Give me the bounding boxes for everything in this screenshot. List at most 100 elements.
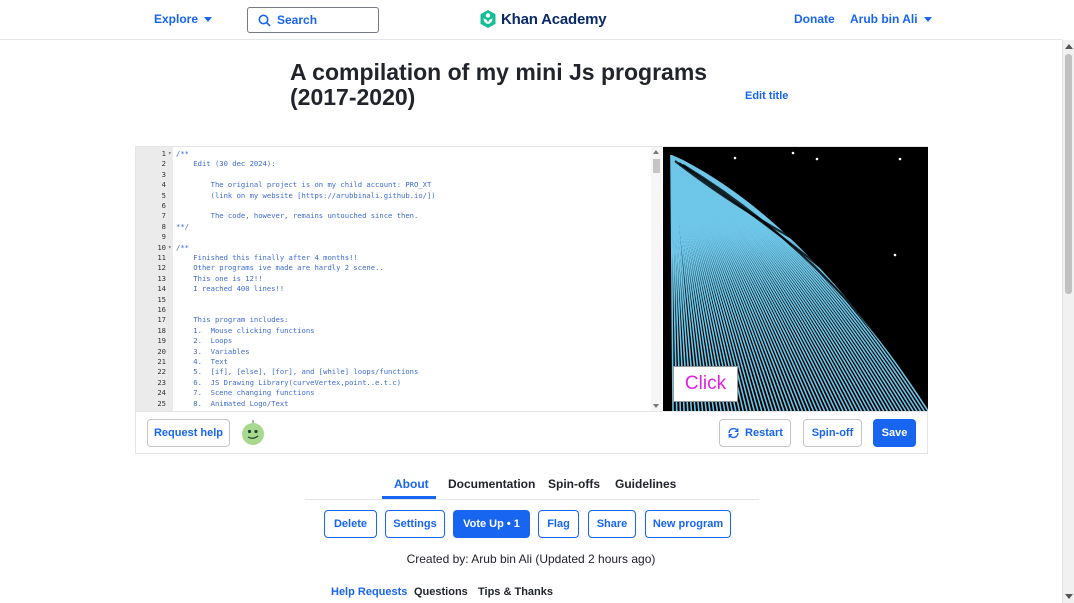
line-number: 3 [161,169,166,179]
code-text: Finished this finally after 4 months!! [176,253,358,262]
spin-off-button[interactable]: Spin-off [803,419,862,447]
share-button[interactable]: Share [588,510,636,538]
flag-button[interactable]: Flag [538,510,579,538]
code-line: 5 (link on my website [https://arubbinal… [136,190,656,202]
line-number: 24 [157,388,166,398]
created-by-text: Created by: Arub bin Ali (Updated 2 hour… [406,552,656,566]
chevron-down-icon [923,16,932,22]
editor-toolbar: Request help Restart Spin-off Save [136,411,927,453]
code-text: 3. Variables [176,346,250,356]
code-line: 19 2. Loops [136,337,656,347]
code-text: The code, however, remains untouched sin… [176,211,419,221]
code-text: I reached 400 lines!! [176,284,285,294]
new-program-button[interactable]: New program [645,510,731,538]
code-line: 25 8. Animated Logo/Text [136,398,656,410]
code-text: This one is 12!! [176,273,263,283]
tab-documentation[interactable]: Documentation [448,477,535,491]
chevron-down-icon [204,16,213,22]
program-editor: 1 ▾/** 2 Edit (30 dec 2024): 3 4 The origina… [135,146,928,454]
line-number: 5 [161,190,166,200]
line-number: 25 [157,398,166,408]
code-text: (link on my website [https://arubbinali.… [176,190,436,200]
line-number: 15 [157,294,166,304]
line-number: 2 [161,159,166,169]
star-dot [898,157,902,161]
code-text: 8. Animated Logo/Text [176,398,289,408]
code-line: 4 The original project is on my child ac… [136,181,656,191]
code-line: 7 The code, however, remains untouched s… [136,212,656,222]
code-line: 9 [136,233,656,243]
restart-button[interactable]: Restart [719,419,791,447]
explore-menu[interactable]: Explore [154,12,213,26]
fold-arrow-icon[interactable]: ▾ [168,244,172,251]
code-text: **/ [176,221,189,231]
logo-text: Khan Academy [501,10,607,28]
line-number: 12 [157,263,166,273]
code-scroll-thumb[interactable] [653,159,660,173]
tab-spin-offs[interactable]: Spin-offs [548,477,600,491]
page-scrollbar[interactable] [1062,40,1074,603]
restart-label: Restart [745,427,783,439]
star-dot [733,156,737,160]
program-tabs: About Documentation Spin-offs Guidelines [305,470,759,500]
line-number: 14 [157,284,166,294]
line-number: 8 [161,221,166,231]
fold-arrow-icon[interactable]: ▾ [168,150,172,157]
code-scrollbar[interactable] [651,147,662,411]
line-number: 20 [157,346,166,356]
line-number: 9 [161,232,166,242]
tab-about[interactable]: About [394,477,429,491]
tab-guidelines[interactable]: Guidelines [615,477,676,491]
line-number: 21 [157,357,166,366]
code-line: 15 [136,294,656,306]
tab-tips-thanks[interactable]: Tips & Thanks [478,586,553,598]
code-text: 6. JS Drawing Library(curveVertex,point.… [176,377,402,387]
line-number: 18 [157,325,166,335]
code-text: Edit (30 dec 2024): [176,159,276,169]
tab-questions[interactable]: Questions [414,586,468,598]
code-line: 22 5. [if], [else], [for], and [while] l… [136,368,656,378]
top-nav: Explore Khan Academy Donate Arub bin Ali [0,0,1062,40]
edit-title-link[interactable]: Edit title [745,90,788,102]
settings-button[interactable]: Settings [385,510,445,538]
line-number: 23 [157,377,166,387]
code-text: 2. Loops [176,336,233,346]
line-number: 1 [161,149,166,158]
code-line: 24 7. Scene changing functions [136,389,656,399]
save-button[interactable]: Save [873,419,916,447]
search-icon [258,14,271,27]
vote-up-button[interactable]: Vote Up • 1 [453,510,530,538]
search-box[interactable] [247,7,379,33]
scroll-up-arrow-icon[interactable] [1065,44,1073,49]
scroll-thumb[interactable] [1065,54,1072,294]
line-number: 19 [157,336,166,346]
line-number: 13 [157,273,166,283]
code-line: 2 Edit (30 dec 2024): [136,160,656,170]
code-text: This program includes: [176,315,289,325]
code-text: 5. [if], [else], [for], and [while] loop… [176,367,419,377]
program-canvas[interactable]: Click [663,147,928,411]
delete-button[interactable]: Delete [324,510,377,538]
code-line: 12 Other programs ive made are hardly 2 … [136,264,656,274]
code-text: 7. Scene changing functions [176,388,315,398]
scroll-down-arrow-icon[interactable] [1065,594,1073,599]
code-line: 14 I reached 400 lines!! [136,285,656,295]
code-text: /** [176,149,189,158]
line-number: 7 [161,211,166,221]
donate-link[interactable]: Donate [794,12,835,26]
line-number: 6 [161,201,166,210]
code-editor[interactable]: 1 ▾/** 2 Edit (30 dec 2024): 3 4 The origina… [136,147,662,411]
star-dot [791,151,795,155]
code-text: 4. Text [176,357,228,366]
user-menu[interactable]: Arub bin Ali [850,12,932,26]
search-input[interactable] [277,13,367,27]
avatar[interactable] [240,420,266,446]
code-text: The original project is on my child acco… [176,180,432,190]
request-help-button[interactable]: Request help [147,419,230,447]
canvas-click-button[interactable]: Click [673,366,738,402]
khan-academy-logo[interactable]: Khan Academy [480,10,607,28]
line-number: 16 [157,305,166,314]
tab-help-requests[interactable]: Help Requests [331,586,407,598]
scroll-down-arrow-icon[interactable] [653,404,659,408]
scroll-up-arrow-icon[interactable] [653,150,659,154]
